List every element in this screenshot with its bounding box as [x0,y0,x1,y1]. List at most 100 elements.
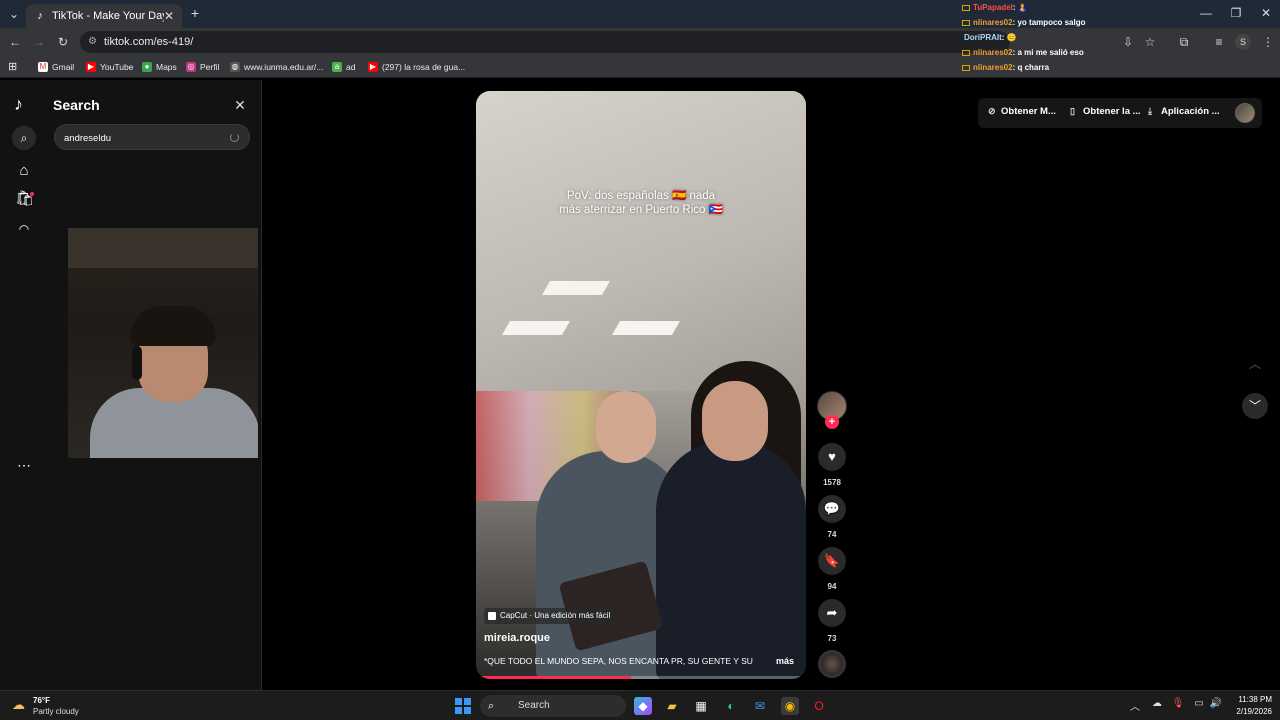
menu-icon[interactable]: ⋮ [1260,34,1276,50]
close-icon[interactable]: ✕ [232,97,248,113]
bookmark-iunma[interactable]: ◍ www.iunma.edu.ar/... [230,60,323,74]
video-player[interactable]: PoV: dos españolas 🇪🇸 nada más aterrizar… [476,91,806,679]
capcut-label: CapCut · Una edición más fácil [500,611,611,620]
tab-title: TikTok - Make Your Day [52,10,164,22]
opera-icon[interactable]: O [810,697,828,715]
next-video-button[interactable]: ﹀ [1242,393,1268,419]
chrome-icon[interactable]: ◉ [781,697,799,715]
microphone-icon[interactable]: 🎙 [1171,698,1185,709]
chat-user: nlinares02 [973,48,1013,57]
back-icon[interactable]: ← [7,34,23,50]
bookmark-gmail[interactable]: M Gmail [38,60,74,74]
tab-tiktok[interactable]: ♪ TikTok - Make Your Day ✕ [26,4,182,28]
site-info-icon[interactable]: ⚙ [88,31,97,53]
bookmark-youtube[interactable]: ▶ YouTube [86,60,133,74]
chat-badge-icon [962,49,970,56]
follow-plus-icon[interactable]: + [825,415,839,429]
video-author[interactable]: mireia.roque [484,632,550,644]
comment-count: 74 [827,530,837,539]
bookmark-icon: 🔖 [823,553,841,568]
weather-icon[interactable]: ☁ [12,698,30,712]
close-tab-icon[interactable]: ✕ [164,9,174,23]
volume-icon[interactable]: 🔊 [1209,698,1223,709]
more-button[interactable]: más [776,656,794,666]
save-button[interactable]: 🔖 [818,547,846,575]
url-field[interactable]: ⚙ tiktok.com/es-419/ [80,31,1010,53]
search-input[interactable] [64,129,224,147]
video-progress-bar[interactable] [476,676,806,679]
media-controls-icon[interactable]: ≡ [1211,34,1227,50]
like-count: 1578 [823,478,841,487]
ad-icon: a [332,62,342,72]
edge-icon[interactable]: ◐ [722,697,740,715]
start-button[interactable] [455,698,471,714]
search-icon[interactable]: ⌕ [12,126,36,150]
search-icon: ⌕ [488,700,495,712]
bookmark-ad[interactable]: a ad [332,60,355,74]
download-app-button[interactable]: ⤓ Aplicación ... [1148,106,1220,117]
user-avatar[interactable] [1235,103,1255,123]
ceiling-light [541,281,611,295]
profile-icon[interactable]: S [1235,34,1251,50]
tray-overflow-icon[interactable]: ︿ [1128,698,1142,713]
windows-taskbar: ☁ 76°F Partly cloudy ⌕ Search ◆ ▰ ▦ ◐ ✉ … [0,690,1280,720]
like-button[interactable]: ♥ [818,443,846,471]
bookmark-star-icon[interactable]: ☆ [1142,34,1158,50]
heart-icon: ♥ [828,449,836,464]
search-box[interactable] [54,124,250,150]
video-face-left [596,391,656,463]
onedrive-icon[interactable]: ☁ [1150,698,1164,709]
weather-temp: 76°F [33,696,50,705]
display-icon[interactable]: ▭ [1192,698,1206,709]
close-window-icon[interactable]: ✕ [1258,5,1274,21]
taskbar-search[interactable]: ⌕ Search [480,695,626,717]
chat-badge-icon [962,19,970,26]
store-icon[interactable]: ▦ [692,697,710,715]
share-button[interactable]: ➦ [818,599,846,627]
webcam-person-hair [130,306,216,346]
comment-button[interactable]: 💬 [818,495,846,523]
capcut-tag[interactable]: CapCut · Una edición más fácil [484,608,617,624]
mail-icon[interactable]: ✉ [751,697,769,715]
extensions-icon[interactable]: ⧉ [1176,34,1192,50]
restore-icon[interactable]: ❐ [1228,5,1244,21]
get-app-label: Obtener la ... [1083,106,1141,117]
get-app-button[interactable]: ▯ Obtener la ... [1070,106,1141,117]
chat-line: nlinares02: q charra [958,60,1128,75]
new-tab-icon[interactable]: + [187,5,203,21]
tiktok-logo-icon[interactable]: ♪ [14,94,23,115]
home-icon[interactable]: ⌂ [15,162,33,180]
capcut-icon [488,612,496,620]
chat-line: TuPapadel: 🤱 [958,0,1128,15]
clock-time[interactable]: 11:38 PM [1232,695,1272,704]
file-explorer-icon[interactable]: ▰ [663,697,681,715]
forward-icon[interactable]: → [31,34,47,50]
video-person-right [656,441,806,679]
previous-video-button[interactable]: ︿ [1242,351,1268,377]
clock-date[interactable]: 2/19/2026 [1228,707,1272,716]
explore-icon[interactable]: ◠ [15,220,33,238]
top-right-actions: ⊘ Obtener M... ▯ Obtener la ... ⤓ Aplicació… [978,98,1262,128]
tab-list-icon[interactable]: ⌄ [6,6,22,22]
taskbar-search-label: Search [518,700,550,711]
minimize-icon[interactable]: — [1198,5,1214,21]
apps-icon[interactable]: ⊞ [8,60,17,74]
bookmark-la-rosa[interactable]: ▶ (297) la rosa de gua... [368,60,465,74]
reload-icon[interactable]: ↻ [55,34,71,50]
copilot-icon[interactable]: ◆ [634,697,652,715]
youtube-icon: ▶ [368,62,378,72]
chat-user: nlinares02 [973,18,1013,27]
chat-msg: : 😑 [1001,33,1017,42]
chat-badge-icon [962,4,970,11]
chat-line: nlinares02: a mi me salió eso [958,45,1128,60]
music-disc-icon[interactable] [818,650,846,678]
more-icon[interactable]: ⋯ [17,457,31,474]
video-ceiling [476,91,806,391]
video-face-right [702,381,768,461]
bookmark-label: YouTube [100,62,134,72]
get-coins-button[interactable]: ⊘ Obtener M... [988,106,1056,117]
chat-msg: : 🤱 [1012,3,1028,12]
chevron-up-icon: ︿ [1248,357,1261,371]
bookmark-maps[interactable]: ● Maps [142,60,177,74]
bookmark-perfil[interactable]: ◎ Perfil [186,60,219,74]
